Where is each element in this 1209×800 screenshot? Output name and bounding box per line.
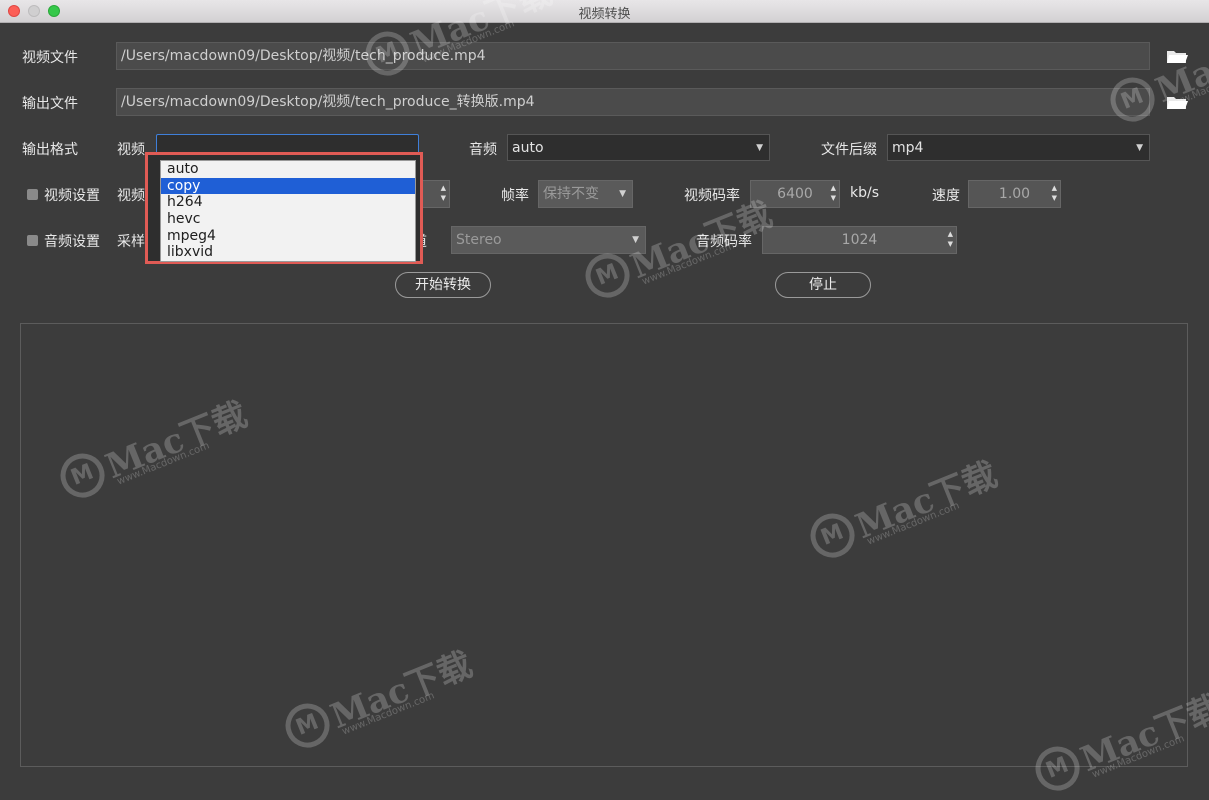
audio-codec-value: auto bbox=[512, 140, 544, 156]
file-suffix-value: mp4 bbox=[892, 140, 924, 156]
channel-value: Stereo bbox=[456, 232, 502, 248]
video-codec-option-mpeg4[interactable]: mpeg4 bbox=[161, 228, 415, 245]
video-bitrate-value: 6400 bbox=[777, 186, 813, 202]
start-convert-button[interactable]: 开始转换 bbox=[395, 272, 491, 298]
video-settings-label: 视频设置 bbox=[44, 188, 100, 204]
output-file-field[interactable]: /Users/macdown09/Desktop/视频/tech_produce… bbox=[116, 88, 1150, 116]
chevron-down-icon: ▼ bbox=[1136, 143, 1143, 153]
window-title: 视频转换 bbox=[578, 7, 631, 22]
stepper-arrows-icon: ▲ ▼ bbox=[830, 184, 836, 202]
audio-bitrate-value: 1024 bbox=[841, 232, 878, 248]
input-file-label: 视频文件 bbox=[22, 50, 78, 66]
log-output-area[interactable] bbox=[20, 323, 1188, 767]
title-bar: 视频转换 bbox=[0, 0, 1209, 23]
video-bitrate-unit: kb/s bbox=[850, 185, 880, 201]
framerate-select[interactable]: 保持不变 ▼ bbox=[538, 180, 633, 208]
video-codec-option-hevc[interactable]: hevc bbox=[161, 211, 415, 228]
speed-stepper[interactable]: 1.00 ▲ ▼ bbox=[968, 180, 1061, 208]
file-suffix-select[interactable]: mp4 ▼ bbox=[887, 134, 1150, 161]
output-file-label: 输出文件 bbox=[22, 96, 78, 112]
video-codec-options: auto copy h264 hevc mpeg4 libxvid bbox=[160, 160, 416, 263]
audio-settings-label: 音频设置 bbox=[44, 234, 100, 250]
watermark: MMac下载 www.Macdown.com bbox=[1103, 11, 1209, 131]
stepper-arrows-icon: ▲ ▼ bbox=[947, 230, 953, 248]
stop-button[interactable]: 停止 bbox=[775, 272, 871, 298]
video-codec-option-copy[interactable]: copy bbox=[161, 177, 415, 195]
stepper-arrows-icon: ▲ ▼ bbox=[1051, 184, 1057, 202]
stepper-arrows-icon: ▲ ▼ bbox=[440, 184, 446, 202]
video-codec-dropdown: auto copy h264 hevc mpeg4 libxvid bbox=[145, 152, 423, 264]
audio-codec-label: 音频 bbox=[469, 142, 497, 158]
video-codec-option-auto[interactable]: auto bbox=[161, 161, 415, 178]
file-suffix-label: 文件后缀 bbox=[821, 142, 877, 158]
audio-settings-checkbox[interactable] bbox=[27, 235, 38, 246]
chevron-down-icon: ▼ bbox=[619, 189, 626, 199]
video-codec-label: 视频 bbox=[117, 142, 145, 158]
audio-bitrate-stepper[interactable]: 1024 ▲ ▼ bbox=[762, 226, 957, 254]
audio-codec-select[interactable]: auto ▼ bbox=[507, 134, 770, 161]
input-file-field[interactable]: /Users/macdown09/Desktop/视频/tech_produce… bbox=[116, 42, 1150, 70]
framerate-value: 保持不变 bbox=[543, 186, 599, 202]
video-codec-option-h264[interactable]: h264 bbox=[161, 194, 415, 211]
chevron-down-icon: ▼ bbox=[756, 143, 763, 153]
video-settings-checkbox[interactable] bbox=[27, 189, 38, 200]
video-codec-option-libxvid[interactable]: libxvid bbox=[161, 244, 415, 261]
speed-value: 1.00 bbox=[998, 186, 1031, 202]
speed-label: 速度 bbox=[932, 188, 960, 204]
framerate-label: 帧率 bbox=[501, 188, 529, 204]
output-format-label: 输出格式 bbox=[22, 142, 78, 158]
